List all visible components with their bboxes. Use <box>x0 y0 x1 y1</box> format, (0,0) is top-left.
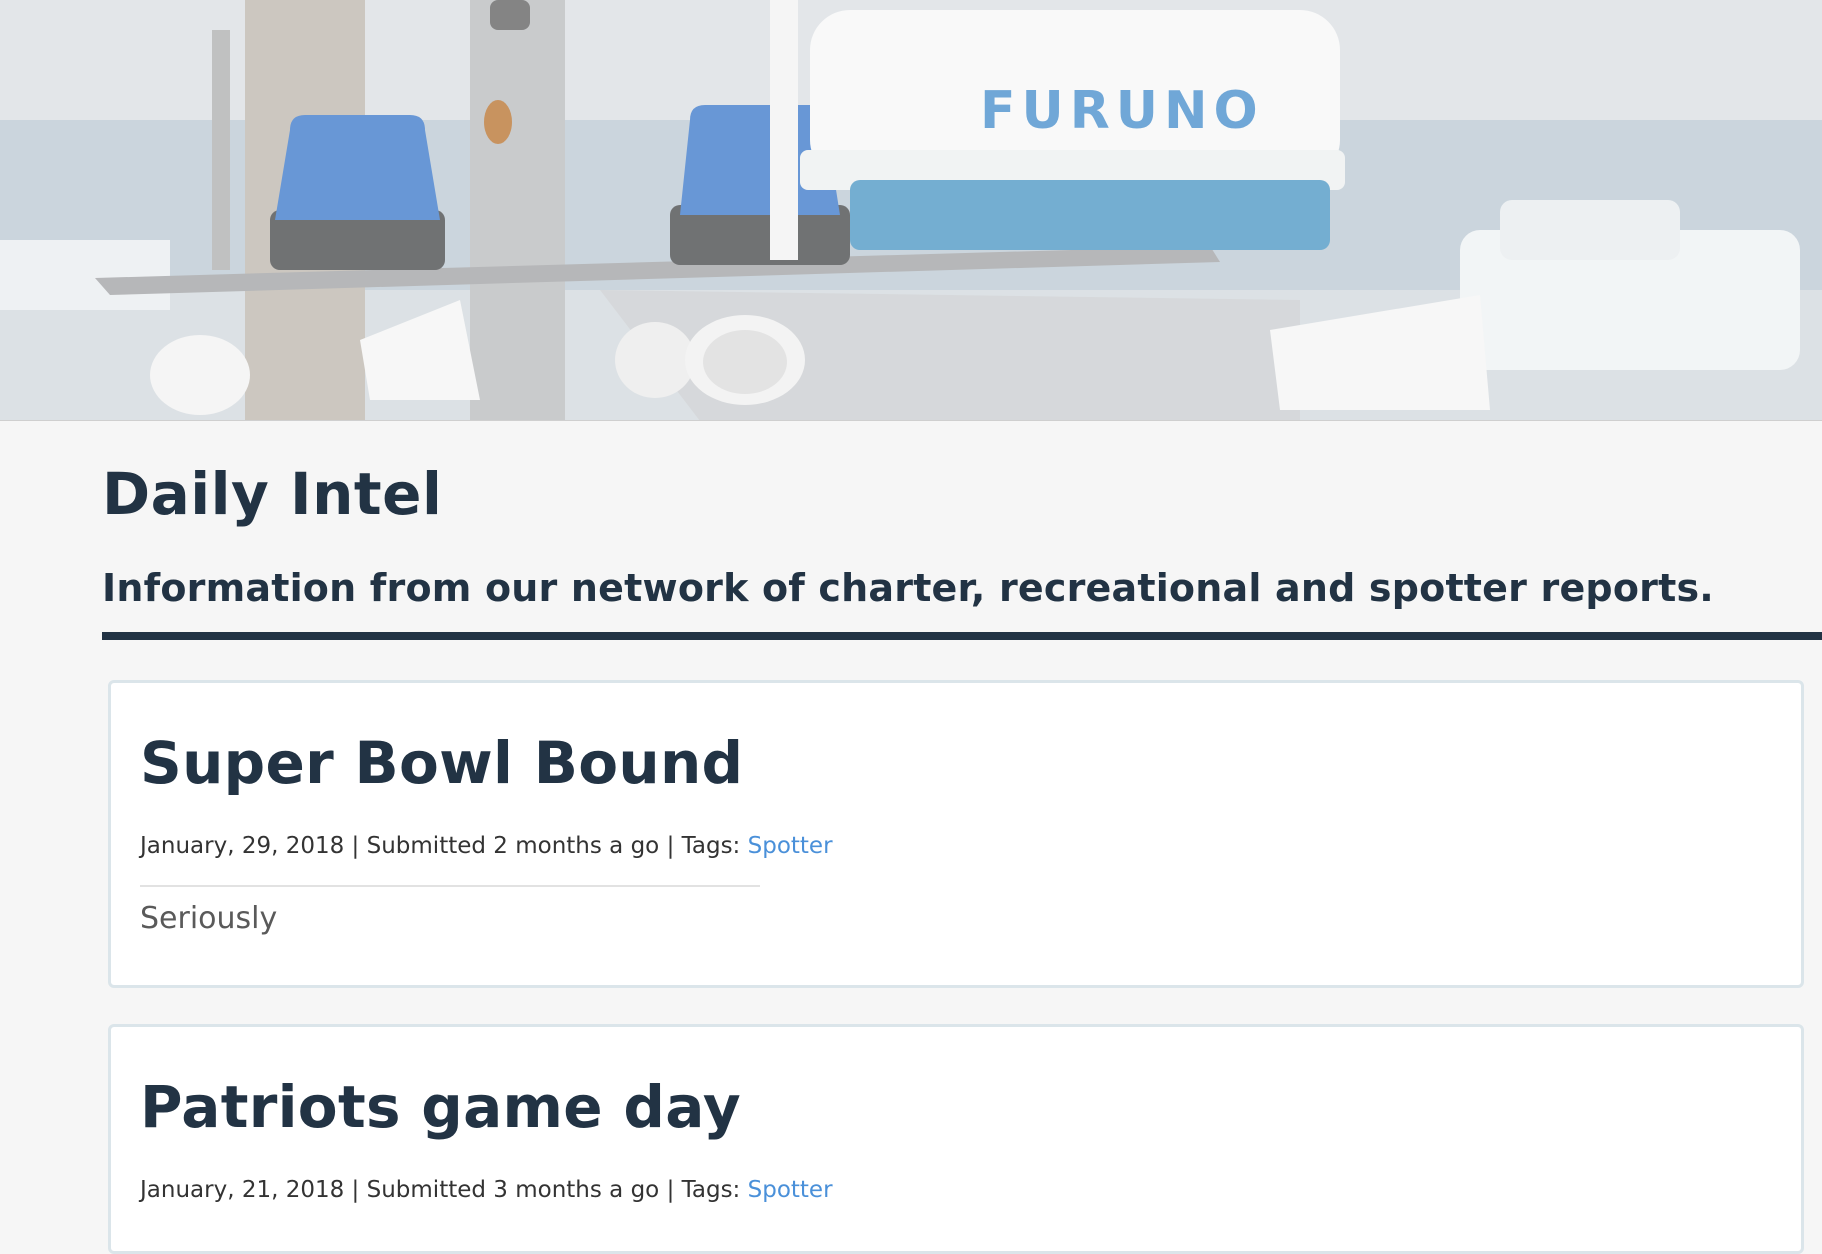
tags-label: Tags: <box>681 1177 748 1203</box>
meta-separator: | <box>659 1177 682 1203</box>
hero-overlay <box>0 0 1822 420</box>
post-card: Super Bowl Bound January, 29, 2018 | Sub… <box>108 680 1804 988</box>
page-subtitle: Information from our network of charter,… <box>102 566 1714 610</box>
post-divider <box>140 885 760 887</box>
post-meta: January, 21, 2018 | Submitted 3 months a… <box>140 1177 833 1203</box>
post-meta: January, 29, 2018 | Submitted 2 months a… <box>140 833 833 859</box>
hero-banner: FURUNO <box>0 0 1822 421</box>
meta-separator: | <box>659 833 682 859</box>
post-submitted: Submitted 2 months a go <box>366 833 660 859</box>
meta-separator: | <box>344 833 367 859</box>
post-submitted: Submitted 3 months a go <box>366 1177 660 1203</box>
tag-link-spotter[interactable]: Spotter <box>748 1177 833 1203</box>
tags-label: Tags: <box>681 833 748 859</box>
post-card: Patriots game day January, 21, 2018 | Su… <box>108 1024 1804 1254</box>
post-date: January, 29, 2018 <box>140 833 345 859</box>
post-date: January, 21, 2018 <box>140 1177 345 1203</box>
post-body: Seriously <box>140 901 278 936</box>
post-title[interactable]: Patriots game day <box>140 1073 741 1141</box>
post-title[interactable]: Super Bowl Bound <box>140 729 743 797</box>
tag-link-spotter[interactable]: Spotter <box>748 833 833 859</box>
meta-separator: | <box>344 1177 367 1203</box>
page-title: Daily Intel <box>102 460 443 528</box>
header-divider <box>102 632 1822 640</box>
